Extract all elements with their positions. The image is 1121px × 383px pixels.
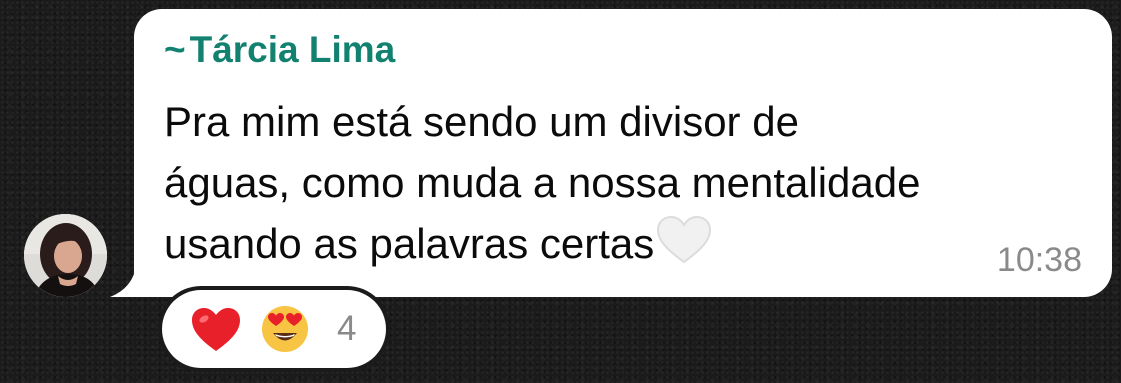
heart-eyes-face-icon (260, 304, 310, 354)
message-line: águas, como muda a nossa mentalidade (164, 159, 921, 206)
avatar-photo (24, 214, 107, 297)
message-line: Pra mim está sendo um divisor de (164, 98, 799, 145)
red-heart-icon (190, 307, 242, 353)
sender-prefix: ~ (164, 29, 186, 70)
sender-name-text: Tárcia Lima (189, 29, 396, 70)
message-bubble[interactable]: ~ Tárcia Lima Pra mim está sendo um divis… (134, 9, 1112, 297)
reaction-count: 4 (337, 309, 357, 348)
message-line-text: usando as palavras certas (164, 220, 655, 267)
white-heart-icon (656, 216, 712, 264)
sender-name[interactable]: ~ Tárcia Lima (164, 29, 395, 71)
message-line-last: usando as palavras certas (164, 213, 1084, 274)
reactions-pill[interactable]: 4 (162, 290, 386, 368)
message-text: Pra mim está sendo um divisor de águas, … (164, 91, 1084, 274)
avatar[interactable] (24, 214, 107, 297)
message-time: 10:38 (996, 241, 1082, 279)
